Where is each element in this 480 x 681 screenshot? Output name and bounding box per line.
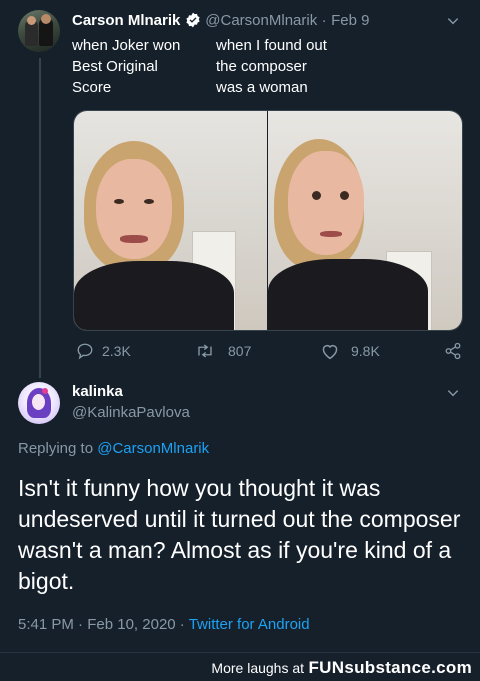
tweet-media[interactable] xyxy=(73,110,463,331)
tweet-header: Carson Mlnarik @CarsonMlnarik · Feb 9 xyxy=(72,12,369,30)
verified-badge-icon xyxy=(185,12,201,28)
kalinka-avatar[interactable] xyxy=(18,382,60,424)
footer-text: More laughs at xyxy=(211,660,305,676)
like-count: 9.8K xyxy=(351,343,380,359)
footer-watermark[interactable]: More laughs at FUNsubstance.com xyxy=(211,658,472,678)
reply-date: Feb 10, 2020 xyxy=(87,616,176,633)
caption-left: when Joker won Best Original Score xyxy=(72,37,181,96)
reply-chevron-down-icon[interactable] xyxy=(446,386,460,400)
heart-icon[interactable] xyxy=(320,342,340,360)
replying-to-line: Replying to @CarsonMlnarik xyxy=(18,440,209,457)
retweet-count: 807 xyxy=(228,343,252,359)
photo-right[interactable] xyxy=(268,111,462,330)
thread-connector-line xyxy=(39,58,41,378)
reply-count: 2.3K xyxy=(102,343,131,359)
reply-author-handle[interactable]: @KalinkaPavlova xyxy=(72,404,190,421)
reply-author-name[interactable]: kalinka xyxy=(72,383,123,400)
replying-to-handle[interactable]: @CarsonMlnarik xyxy=(97,440,209,457)
client-link[interactable]: Twitter for Android xyxy=(189,616,310,633)
tweet-date[interactable]: Feb 9 xyxy=(331,12,369,29)
photo-left[interactable] xyxy=(74,111,268,330)
reply-date-separator: · xyxy=(78,616,84,633)
date-separator: · xyxy=(321,12,327,29)
caption-right: when I found out the composer was a woma… xyxy=(216,37,327,96)
reply-meta: 5:41 PM · Feb 10, 2020 · Twitter for And… xyxy=(18,616,310,633)
carson-avatar[interactable] xyxy=(18,10,60,52)
share-icon[interactable] xyxy=(444,342,462,360)
reply-time: 5:41 PM xyxy=(18,616,74,633)
retweet-icon[interactable] xyxy=(195,342,215,360)
reply-text: Isn't it funny how you thought it was un… xyxy=(18,475,461,594)
replying-to-prefix: Replying to xyxy=(18,440,94,457)
chevron-down-icon[interactable] xyxy=(446,14,460,28)
author-handle[interactable]: @CarsonMlnarik xyxy=(205,12,317,29)
author-name[interactable]: Carson Mlnarik xyxy=(72,12,180,29)
footer-bar: More laughs at FUNsubstance.com xyxy=(0,652,480,681)
reply-icon[interactable] xyxy=(76,342,94,360)
client-separator: · xyxy=(179,616,185,633)
funsubstance-logo: FUNsubstance.com xyxy=(308,658,472,677)
